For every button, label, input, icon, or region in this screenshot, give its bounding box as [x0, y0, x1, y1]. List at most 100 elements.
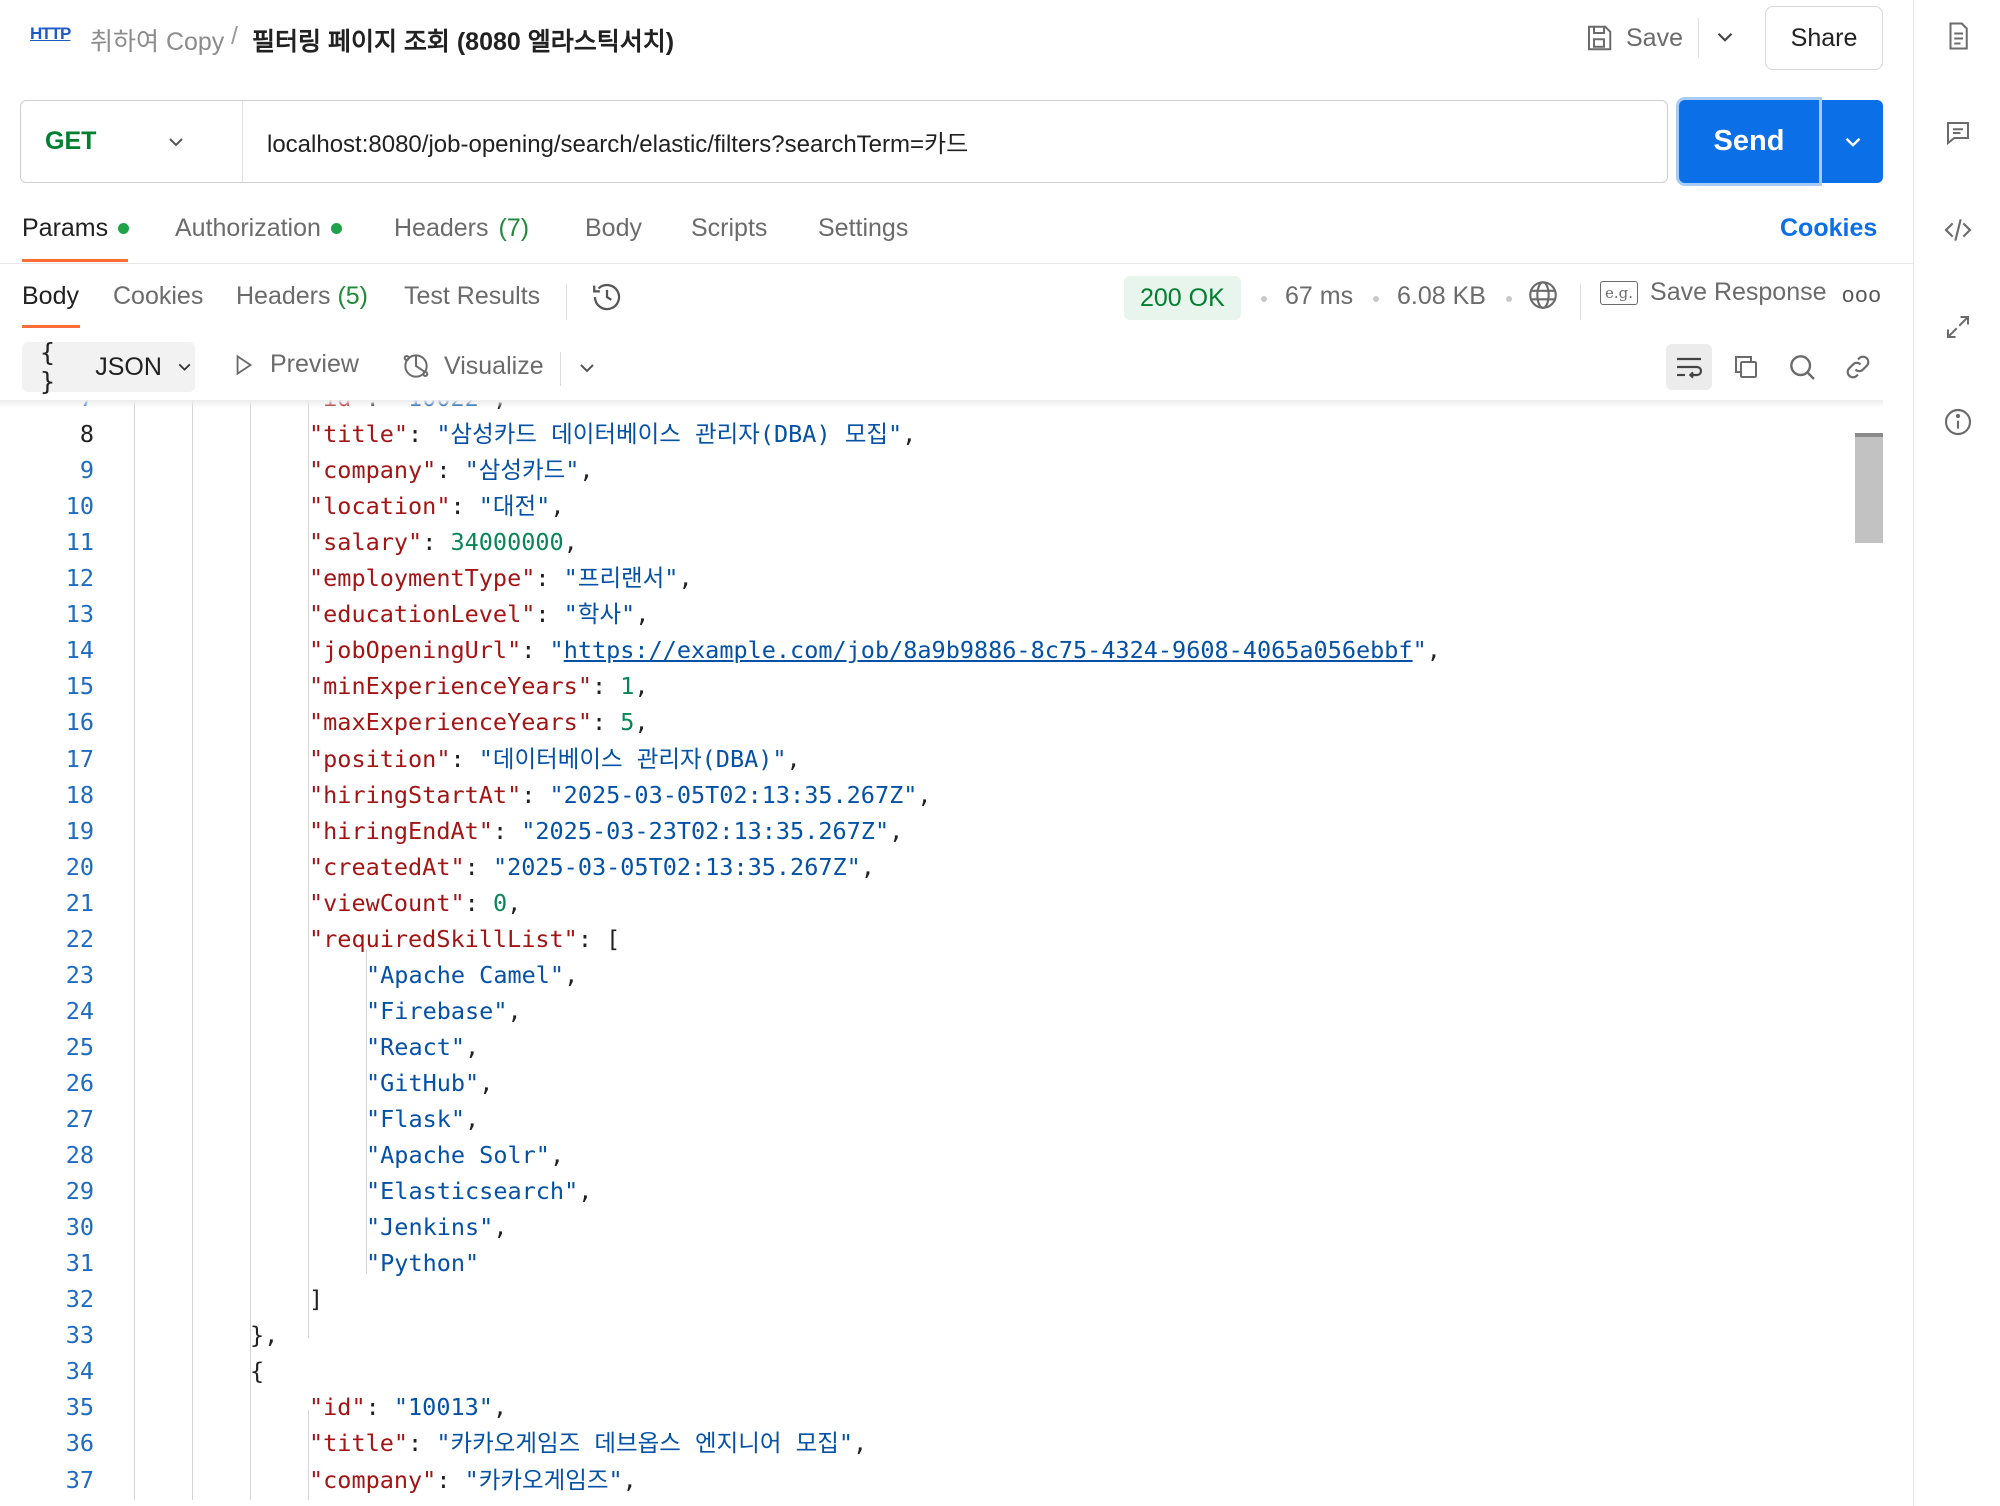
json-string: "GitHub": [366, 1068, 480, 1097]
code-line: 32]: [0, 1281, 1850, 1317]
code-line: 35 "id": "10013",: [0, 1389, 1850, 1425]
link-icon[interactable]: [1835, 344, 1881, 390]
tab-settings-label: Settings: [818, 214, 909, 242]
scrollbar-track[interactable]: [1853, 430, 1883, 1500]
json-punctuation: ,: [1426, 636, 1441, 665]
line-number: 30: [65, 1213, 94, 1242]
format-select[interactable]: { } JSON: [22, 338, 195, 396]
line-number: 8: [79, 420, 94, 449]
json-punctuation: ,: [786, 744, 801, 773]
save-divider: [1698, 18, 1699, 58]
code-text: "React",: [366, 1029, 479, 1065]
send-button[interactable]: Send: [1679, 100, 1819, 183]
tab-params[interactable]: Params: [22, 214, 130, 243]
code-line: 29 "Elasticsearch",: [0, 1173, 1850, 1209]
code-text: "minExperienceYears": 1,: [309, 668, 649, 704]
meta-separator-dot: [1261, 296, 1267, 302]
preview-button[interactable]: Preview: [230, 350, 359, 379]
play-icon: [236, 354, 253, 375]
tab-authorization[interactable]: Authorization: [175, 214, 342, 243]
comment-icon[interactable]: [1940, 115, 1976, 151]
globe-icon[interactable]: [1526, 278, 1560, 317]
line-number: 13: [65, 600, 94, 629]
json-string: "데이터베이스 관리자(DBA)": [478, 744, 787, 773]
copy-icon[interactable]: [1723, 344, 1769, 390]
response-time[interactable]: 67 ms: [1285, 282, 1353, 311]
code-line: 15 "minExperienceYears": 1,: [0, 668, 1850, 704]
code-line: 24 "Firebase",: [0, 993, 1850, 1029]
line-number: 27: [65, 1105, 94, 1133]
code-text: "createdAt": "2025-03-05T02:13:35.267Z",: [309, 849, 875, 885]
json-key: "hiringStartAt": [309, 780, 522, 809]
response-tab-cookies[interactable]: Cookies: [113, 282, 203, 311]
json-punctuation: :: [450, 492, 479, 521]
json-punctuation: :: [436, 1465, 465, 1494]
send-options-button[interactable]: [1822, 100, 1883, 183]
authorization-indicator-dot: [330, 223, 342, 234]
json-key: "employmentType": [309, 564, 536, 593]
json-string: "Python": [366, 1249, 480, 1278]
code-icon[interactable]: [1940, 212, 1976, 248]
tab-body[interactable]: Body: [585, 214, 642, 243]
code-text: "Elasticsearch",: [366, 1173, 592, 1209]
json-url-link[interactable]: https://example.com/job/8a9b9886-8c75-43…: [564, 636, 1413, 664]
json-string: "Jenkins": [366, 1213, 494, 1242]
code-line: 34 {: [0, 1353, 1850, 1389]
request-header: HTTP 취하여 Copy / 필터링 페이지 조회 (8080 엘라스틱서치)…: [0, 0, 1913, 76]
response-tabs-divider: [566, 284, 567, 320]
breadcrumb-separator: /: [231, 22, 238, 50]
visualize-options-chevron-icon[interactable]: [575, 356, 599, 385]
json-punctuation: :: [408, 1429, 437, 1458]
response-tab-body[interactable]: Body: [22, 282, 79, 311]
request-title[interactable]: 필터링 페이지 조회 (8080 엘라스틱서치): [252, 22, 674, 58]
status-badge[interactable]: 200 OK: [1124, 276, 1241, 320]
response-tab-headers[interactable]: Headers (5): [236, 282, 368, 311]
breadcrumb-parent[interactable]: 취하여 Copy: [90, 22, 224, 58]
info-icon[interactable]: [1940, 404, 1976, 440]
json-punctuation: ,: [634, 672, 649, 701]
method-select[interactable]: GET: [21, 101, 243, 182]
history-icon[interactable]: [590, 280, 624, 319]
expand-icon[interactable]: [1940, 309, 1976, 345]
scrollbar-thumb[interactable]: [1855, 433, 1883, 543]
visualize-button[interactable]: Visualize: [400, 350, 544, 382]
json-punctuation: :: [492, 816, 522, 845]
save-response-button[interactable]: e.g. Save Response: [1600, 278, 1827, 307]
cookies-link[interactable]: Cookies: [1780, 214, 1877, 243]
document-icon[interactable]: [1940, 18, 1976, 54]
share-button[interactable]: Share: [1765, 6, 1883, 70]
search-icon[interactable]: [1779, 344, 1825, 390]
url-input[interactable]: [243, 101, 1667, 182]
line-number: 29: [65, 1177, 94, 1206]
code-line: 10 "location": "대전",: [0, 488, 1850, 524]
response-body-viewer[interactable]: 7"id": "10022",8"title": "삼성카드 데이터베이스 관리…: [0, 400, 1883, 1500]
json-punctuation: ,: [550, 492, 565, 521]
code-line: 22 "requiredSkillList": [: [0, 921, 1850, 957]
json-punctuation: ,: [678, 564, 693, 593]
json-string: "학사": [563, 600, 636, 629]
example-icon: e.g.: [1600, 280, 1639, 305]
more-options-icon[interactable]: ooo: [1842, 282, 1882, 308]
save-options-chevron-icon[interactable]: [1712, 24, 1738, 55]
code-line: 33},: [0, 1317, 1850, 1353]
response-tab-test-results[interactable]: Test Results: [404, 282, 540, 311]
tab-scripts[interactable]: Scripts: [691, 214, 767, 243]
wrap-lines-icon[interactable]: [1666, 344, 1712, 390]
response-size[interactable]: 6.08 KB: [1397, 282, 1486, 311]
json-string: "2025-03-05T02:13:35.267Z": [549, 780, 918, 809]
code-line: 18 "hiringStartAt": "2025-03-05T02:13:35.…: [0, 777, 1850, 813]
line-number: 33: [65, 1321, 94, 1350]
line-number: 28: [65, 1141, 94, 1170]
json-punctuation: ,: [493, 1213, 508, 1242]
json-punctuation: :: [450, 744, 479, 773]
response-tab-headers-count: (5): [337, 282, 369, 310]
line-number: 31: [65, 1249, 94, 1278]
line-number: 12: [65, 564, 94, 593]
tab-headers-count: (7): [498, 214, 530, 242]
tab-scripts-label: Scripts: [691, 214, 768, 242]
json-punctuation: :: [591, 672, 621, 701]
tab-settings[interactable]: Settings: [818, 214, 908, 243]
tab-headers[interactable]: Headers (7): [394, 214, 529, 243]
save-button[interactable]: Save: [1584, 16, 1683, 60]
visualize-divider: [560, 352, 561, 386]
